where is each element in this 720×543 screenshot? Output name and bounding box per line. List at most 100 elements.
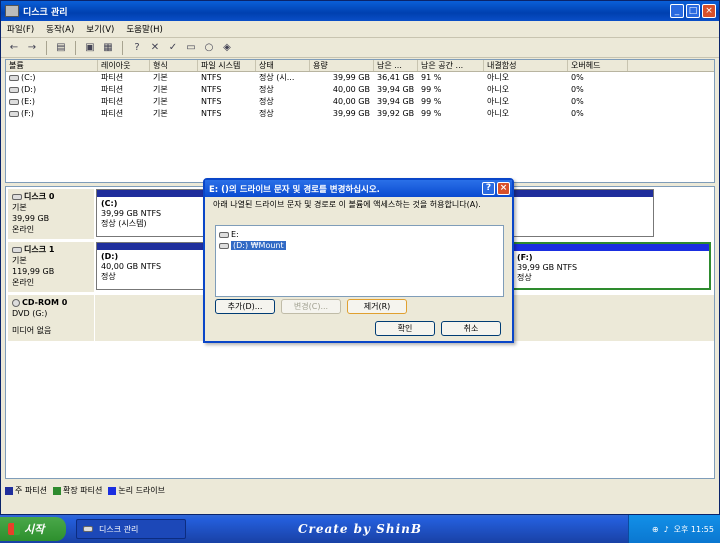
taskbar-item-disk-management[interactable]: 디스크 관리 <box>76 519 186 539</box>
table-cell: 정상 <box>259 109 274 118</box>
list-item-label: (D:) ₩Mount <box>231 241 286 250</box>
remove-button[interactable]: 제거(R) <box>347 299 407 314</box>
check-icon[interactable]: ✓ <box>166 41 180 55</box>
disk1-label[interactable]: 디스크 1 기본 119,99 GB 온라인 <box>8 242 94 292</box>
menu-help[interactable]: 도움말(H) <box>126 23 162 35</box>
partition-d-name: (D:) <box>101 252 119 261</box>
table-cell: NTFS <box>201 73 222 82</box>
system-tray: ⊕ ♪ 오후 11:55 <box>628 515 720 543</box>
disk0-status: 온라인 <box>12 225 35 234</box>
table-cell: 99 % <box>421 97 442 106</box>
column-capacity[interactable]: 용량 <box>310 60 374 71</box>
table-cell: 39,94 GB <box>377 97 415 106</box>
column-volume[interactable]: 볼륨 <box>6 60 98 71</box>
cdrom-name: CD-ROM 0 <box>22 298 68 307</box>
table-cell: 40,00 GB <box>332 85 370 94</box>
window-titlebar[interactable]: 디스크 관리 _ □ × <box>1 1 719 21</box>
column-free-percent[interactable]: 남은 공간 ... <box>418 60 484 71</box>
legend-label: 주 파티션 <box>15 486 47 495</box>
column-status[interactable]: 상태 <box>256 60 310 71</box>
table-row[interactable]: (E:) 파티션 기본 NTFS 정상 40,00 GB 39,94 GB 99… <box>6 96 714 108</box>
volume-icon[interactable]: ♪ <box>664 525 669 534</box>
column-overhead[interactable]: 오버헤드 <box>568 60 628 71</box>
minimize-button[interactable]: _ <box>670 4 684 18</box>
table-row[interactable]: (C:) 파티션 기본 NTFS 정상 (시... 39,99 GB 36,41… <box>6 72 714 84</box>
add-button[interactable]: 추가(D)... <box>215 299 275 314</box>
table-row[interactable]: (D:) 파티션 기본 NTFS 정상 40,00 GB 39,94 GB 99… <box>6 84 714 96</box>
table-cell: 기본 <box>153 97 168 106</box>
column-filesystem[interactable]: 파일 시스템 <box>198 60 256 71</box>
partition-f-name: (F:) <box>517 253 533 262</box>
volume-name: (F:) <box>21 109 34 118</box>
settings-icon[interactable]: ◈ <box>220 41 234 55</box>
volume-name: (C:) <box>21 73 36 82</box>
disk-management-icon <box>83 526 93 532</box>
partition-f-status: 정상 <box>517 273 532 282</box>
table-cell: 91 % <box>421 73 442 82</box>
cdrom-label[interactable]: CD-ROM 0 DVD (G:) 미디어 없음 <box>8 295 94 341</box>
menu-action[interactable]: 동작(A) <box>46 23 74 35</box>
volume-name: (D:) <box>21 85 37 94</box>
disk1-size: 119,99 GB <box>12 267 55 276</box>
table-cell: 36,41 GB <box>377 73 415 82</box>
open-folder-icon[interactable]: ▭ <box>184 41 198 55</box>
disk0-label[interactable]: 디스크 0 기본 39,99 GB 온라인 <box>8 189 94 239</box>
drive-path-list[interactable]: E: (D:) ₩Mount <box>215 225 504 297</box>
toolbar-separator <box>122 40 123 55</box>
list-item[interactable]: (D:) ₩Mount <box>219 240 500 251</box>
table-cell: 파티션 <box>101 85 124 94</box>
disk0-size: 39,99 GB <box>12 214 50 223</box>
network-icon[interactable]: ⊕ <box>652 525 659 534</box>
clock[interactable]: 오후 11:55 <box>674 524 714 535</box>
dialog-close-button[interactable]: × <box>497 182 510 195</box>
volume-icon <box>9 74 19 81</box>
drive-icon <box>219 242 229 249</box>
volume-icon <box>9 110 19 117</box>
cancel-button[interactable]: 취소 <box>441 321 501 336</box>
help-icon[interactable]: ? <box>130 41 144 55</box>
start-button[interactable]: 시작 <box>0 517 66 541</box>
volume-list-header: 볼륨 레이아웃 형식 파일 시스템 상태 용량 남은 ... 남은 공간 ...… <box>6 60 714 72</box>
forward-arrow-icon[interactable]: → <box>25 41 39 55</box>
taskbar-item-label: 디스크 관리 <box>99 524 139 534</box>
back-arrow-icon[interactable]: ← <box>7 41 21 55</box>
start-label: 시작 <box>24 523 45 536</box>
table-cell: 99 % <box>421 109 442 118</box>
dialog-help-button[interactable]: ? <box>482 182 495 195</box>
maximize-button[interactable]: □ <box>686 4 700 18</box>
view-list-icon[interactable]: ▦ <box>101 41 115 55</box>
table-cell: NTFS <box>201 109 222 118</box>
close-button[interactable]: × <box>702 4 716 18</box>
legend-extended: 확장 파티션 <box>52 485 102 496</box>
partition-f[interactable]: (F:) 39,99 GB NTFS 정상 <box>511 242 711 290</box>
list-item[interactable]: E: <box>219 229 500 240</box>
disk0-type: 기본 <box>12 203 27 212</box>
console-tree-icon[interactable]: ▤ <box>54 41 68 55</box>
table-cell: 정상 <box>259 85 274 94</box>
column-type[interactable]: 형식 <box>150 60 198 71</box>
menu-view[interactable]: 보기(V) <box>86 23 114 35</box>
extended-swatch <box>52 486 61 495</box>
column-layout[interactable]: 레이아웃 <box>98 60 150 71</box>
search-icon[interactable]: ○ <box>202 41 216 55</box>
drive-icon <box>219 231 229 238</box>
volume-name: (E:) <box>21 97 35 106</box>
column-fault-tolerance[interactable]: 내결함성 <box>484 60 568 71</box>
menu-file[interactable]: 파일(F) <box>7 23 34 35</box>
table-row[interactable]: (F:) 파티션 기본 NTFS 정상 39,99 GB 39,92 GB 99… <box>6 108 714 120</box>
table-cell: 기본 <box>153 73 168 82</box>
disk0-name: 디스크 0 <box>24 192 55 201</box>
ok-button[interactable]: 확인 <box>375 321 435 336</box>
table-cell: 파티션 <box>101 97 124 106</box>
delete-icon[interactable]: ✕ <box>148 41 162 55</box>
table-cell: 40,00 GB <box>332 97 370 106</box>
change-button[interactable]: 변경(C)... <box>281 299 341 314</box>
column-free[interactable]: 남은 ... <box>374 60 418 71</box>
logical-swatch <box>108 486 117 495</box>
table-cell: 아니오 <box>487 97 510 106</box>
properties-icon[interactable]: ▣ <box>83 41 97 55</box>
dialog-titlebar[interactable]: E: ()의 드라이브 문자 및 경로를 변경하십시오. ? × <box>205 180 512 197</box>
disk1-status: 온라인 <box>12 278 35 287</box>
table-cell: 기본 <box>153 109 168 118</box>
brand-text: Create by ShinB <box>298 522 422 536</box>
